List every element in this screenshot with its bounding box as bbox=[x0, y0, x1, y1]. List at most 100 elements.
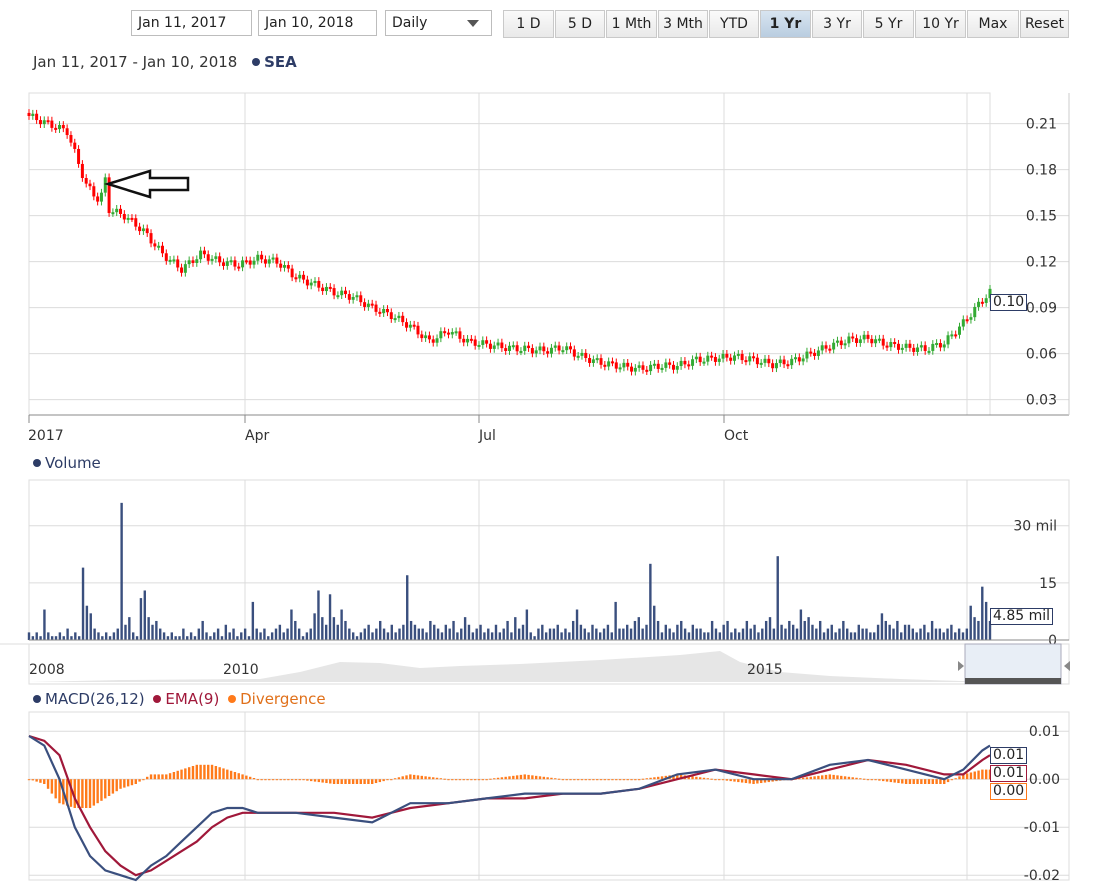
divergence-bar bbox=[592, 779, 595, 781]
candle bbox=[180, 267, 184, 273]
candle bbox=[46, 120, 50, 123]
candle bbox=[969, 317, 973, 320]
volume-bar bbox=[691, 624, 695, 640]
volume-bar bbox=[62, 636, 65, 640]
candle bbox=[305, 279, 309, 286]
volume-bar bbox=[791, 624, 795, 640]
volume-bar bbox=[108, 636, 112, 640]
candle bbox=[698, 356, 702, 363]
candle bbox=[84, 177, 88, 184]
volume-bar bbox=[170, 632, 173, 640]
candle bbox=[736, 353, 740, 356]
volume-bar bbox=[822, 632, 826, 640]
divergence-bar bbox=[149, 774, 153, 780]
candle bbox=[515, 345, 519, 352]
divergence-bar bbox=[435, 777, 439, 780]
divergence-bar bbox=[268, 779, 271, 781]
volume-bar bbox=[421, 628, 424, 640]
divergence-bar bbox=[180, 769, 183, 780]
candle bbox=[275, 257, 279, 264]
divergence-bar bbox=[485, 779, 488, 781]
divergence-bar bbox=[348, 779, 351, 784]
candle bbox=[553, 345, 557, 348]
candle bbox=[35, 113, 39, 121]
volume-bar bbox=[27, 632, 31, 640]
candle bbox=[336, 295, 340, 298]
volume-bar bbox=[815, 628, 818, 640]
divergence-bar bbox=[248, 776, 252, 780]
candle bbox=[828, 348, 832, 351]
volume-legend[interactable]: Volume bbox=[33, 454, 101, 472]
divergence-bar bbox=[950, 779, 954, 781]
price-plot-area bbox=[28, 92, 991, 416]
volume-bar bbox=[537, 628, 540, 640]
divergence-bar bbox=[565, 779, 568, 781]
divergence-bar bbox=[46, 779, 50, 789]
volume-bar bbox=[351, 632, 355, 640]
volume-bar bbox=[120, 502, 123, 640]
candle bbox=[80, 163, 84, 178]
volume-bar bbox=[77, 636, 81, 640]
volume-bar bbox=[699, 628, 702, 640]
divergence-bar bbox=[714, 779, 717, 781]
candle bbox=[229, 260, 233, 263]
candle bbox=[889, 342, 893, 348]
ema-legend-item[interactable]: EMA(9) bbox=[153, 690, 219, 708]
candle bbox=[446, 332, 450, 335]
volume-bar bbox=[417, 628, 421, 640]
divergence-bar bbox=[840, 775, 843, 780]
volume-bar bbox=[309, 628, 312, 640]
candle bbox=[580, 352, 584, 356]
divergence-bar bbox=[367, 779, 370, 784]
candle bbox=[187, 260, 191, 265]
candle bbox=[763, 358, 767, 363]
divergence-bar bbox=[870, 779, 873, 781]
divergence-bar bbox=[287, 779, 290, 781]
volume-bar bbox=[977, 620, 980, 640]
candle bbox=[389, 312, 393, 320]
divergence-bar bbox=[508, 776, 511, 780]
candle bbox=[954, 334, 958, 337]
volume-bar bbox=[622, 628, 625, 640]
candle bbox=[664, 362, 668, 368]
volume-tick-label: 15 bbox=[1039, 576, 1057, 592]
divergence-bar bbox=[424, 776, 427, 780]
divergence-bar bbox=[126, 779, 130, 787]
divergence-legend-item[interactable]: Divergence bbox=[228, 690, 326, 708]
volume-bar bbox=[104, 632, 108, 640]
candle bbox=[210, 258, 214, 261]
volume-bar bbox=[93, 628, 96, 640]
volume-bar bbox=[757, 632, 760, 640]
navigator-year-label: 2010 bbox=[223, 662, 259, 678]
volume-bar bbox=[487, 628, 490, 640]
navigator-year-label: 2008 bbox=[29, 662, 65, 678]
volume-bar bbox=[900, 632, 903, 640]
divergence-bar bbox=[874, 779, 877, 781]
candle bbox=[923, 345, 927, 351]
candle bbox=[855, 338, 859, 343]
candle bbox=[614, 362, 618, 369]
candle bbox=[58, 124, 62, 130]
candle bbox=[542, 346, 546, 352]
macd-tick-label: 0.01 bbox=[1029, 724, 1060, 740]
macd-legend-item[interactable]: MACD(26,12) bbox=[33, 690, 145, 708]
divergence-bar bbox=[416, 775, 420, 780]
candle bbox=[324, 286, 328, 292]
candle bbox=[729, 357, 733, 361]
volume-bar bbox=[552, 628, 556, 640]
candle bbox=[622, 362, 626, 368]
volume-bar bbox=[355, 636, 359, 640]
candle bbox=[241, 260, 245, 268]
divergence-bar bbox=[405, 775, 408, 780]
candle bbox=[130, 217, 134, 220]
candle bbox=[877, 338, 881, 341]
candle bbox=[99, 192, 103, 202]
candle bbox=[519, 350, 523, 353]
candle bbox=[916, 347, 920, 352]
divergence-bar bbox=[534, 775, 538, 780]
series-dot-icon bbox=[33, 695, 41, 703]
candle bbox=[671, 364, 675, 370]
candle bbox=[527, 345, 531, 349]
divergence-bar bbox=[172, 772, 176, 780]
volume-bar bbox=[43, 609, 46, 640]
